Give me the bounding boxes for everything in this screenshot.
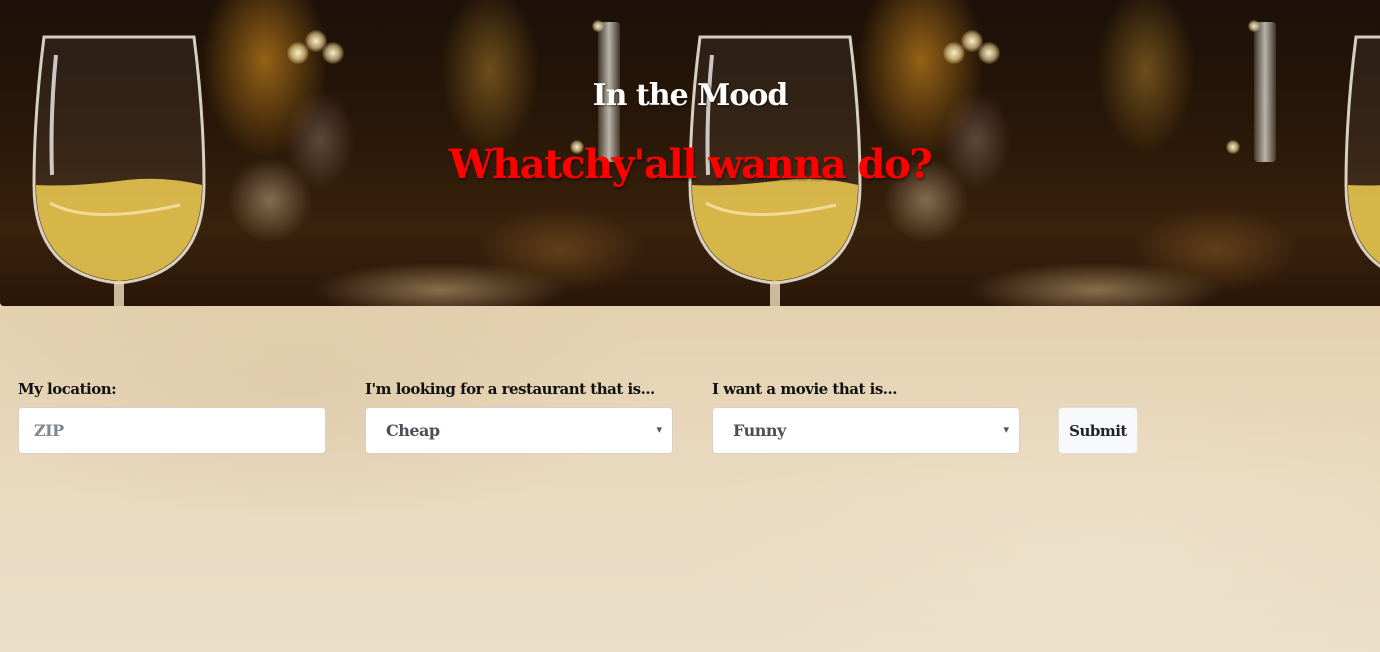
movie-select[interactable]: Funny ▾	[712, 407, 1020, 454]
submit-button[interactable]: Submit	[1058, 407, 1138, 454]
parchment-background	[0, 306, 1380, 652]
restaurant-label: I'm looking for a restaurant that is...	[365, 380, 655, 398]
bokeh-light	[322, 42, 344, 64]
hero-banner: In the Mood Whatchy'all wanna do?	[0, 0, 1380, 306]
zip-input-wrapper	[18, 407, 326, 454]
restaurant-select-value: Cheap	[386, 421, 440, 440]
location-field: My location:	[18, 380, 326, 454]
zip-input[interactable]	[19, 408, 325, 453]
chevron-down-icon: ▾	[1003, 424, 1009, 436]
site-title: In the Mood	[592, 78, 789, 113]
movie-select-value: Funny	[733, 421, 786, 440]
chevron-down-icon: ▾	[656, 424, 662, 436]
movie-field: I want a movie that is... Funny ▾	[712, 380, 1020, 454]
site-tagline: Whatchy'all wanna do?	[448, 141, 933, 188]
restaurant-field: I'm looking for a restaurant that is... …	[365, 380, 673, 454]
bokeh-light	[978, 42, 1000, 64]
location-label: My location:	[18, 380, 117, 398]
movie-label: I want a movie that is...	[712, 380, 897, 398]
restaurant-select[interactable]: Cheap ▾	[365, 407, 673, 454]
